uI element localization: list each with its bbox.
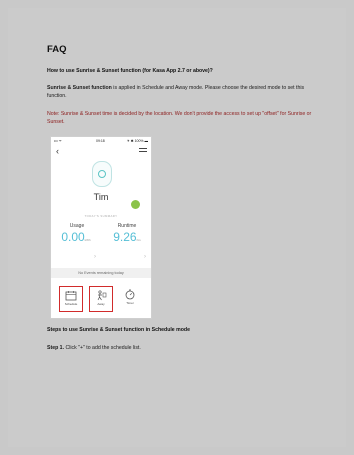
note-paragraph: Note: Sunrise & Sunset time is decided b… bbox=[47, 111, 312, 125]
summary-label: TODAY'S SUMMARY bbox=[84, 214, 118, 218]
calendar-icon bbox=[65, 291, 77, 301]
back-icon[interactable]: ‹ bbox=[56, 147, 59, 156]
smart-plug-icon bbox=[92, 161, 112, 187]
usage-value[interactable]: 0.00kWh bbox=[52, 230, 100, 244]
timer-icon bbox=[125, 289, 135, 300]
power-toggle[interactable] bbox=[131, 200, 140, 209]
battery-indicator: ✈ ✱ 100% ▬ bbox=[126, 139, 148, 143]
intro-bold-term: Sunrise & Sunset function bbox=[47, 85, 112, 91]
usage-chevron-icon: › bbox=[94, 254, 96, 260]
signal-indicator: ••• ᯤ bbox=[54, 139, 62, 143]
tab-schedule-label: Schedule bbox=[64, 302, 78, 306]
runtime-chevron-icon: › bbox=[144, 254, 146, 260]
settings-icon[interactable] bbox=[139, 148, 147, 155]
phone-screenshot: ••• ᯤ 09:18 ✈ ✱ 100% ▬ ‹ Tim TODAY'S SUM… bbox=[50, 136, 152, 319]
tab-away[interactable]: Away bbox=[89, 286, 113, 312]
tab-away-label: Away bbox=[97, 302, 105, 306]
usage-label: Usage bbox=[69, 223, 85, 229]
away-icon bbox=[97, 290, 107, 301]
step-1-text: Step 1. Click "+" to add the schedule li… bbox=[47, 345, 317, 351]
faq-title: FAQ bbox=[47, 44, 67, 55]
step-1-label: Step 1. bbox=[47, 345, 65, 351]
bottom-tab-bar: Schedule Away Timer bbox=[51, 283, 151, 318]
tab-timer-label: Timer bbox=[126, 301, 134, 305]
runtime-label: Runtime bbox=[117, 223, 137, 229]
intro-paragraph: Sunrise & Sunset function is applied in … bbox=[47, 84, 317, 100]
status-time: 09:18 bbox=[96, 139, 105, 143]
tab-schedule[interactable]: Schedule bbox=[59, 286, 83, 312]
step-1-instruction: Click "+" to add the schedule list. bbox=[64, 345, 141, 351]
faq-question: How to use Sunrise & Sunset function (fo… bbox=[47, 68, 213, 74]
runtime-value[interactable]: 9.26hrs bbox=[103, 230, 151, 244]
events-banner: No Events remaining today bbox=[51, 268, 151, 278]
status-bar: ••• ᯤ 09:18 ✈ ✱ 100% ▬ bbox=[51, 137, 151, 145]
steps-heading: Steps to use Sunrise & Sunset function i… bbox=[47, 327, 190, 333]
tab-timer[interactable]: Timer bbox=[119, 286, 141, 310]
